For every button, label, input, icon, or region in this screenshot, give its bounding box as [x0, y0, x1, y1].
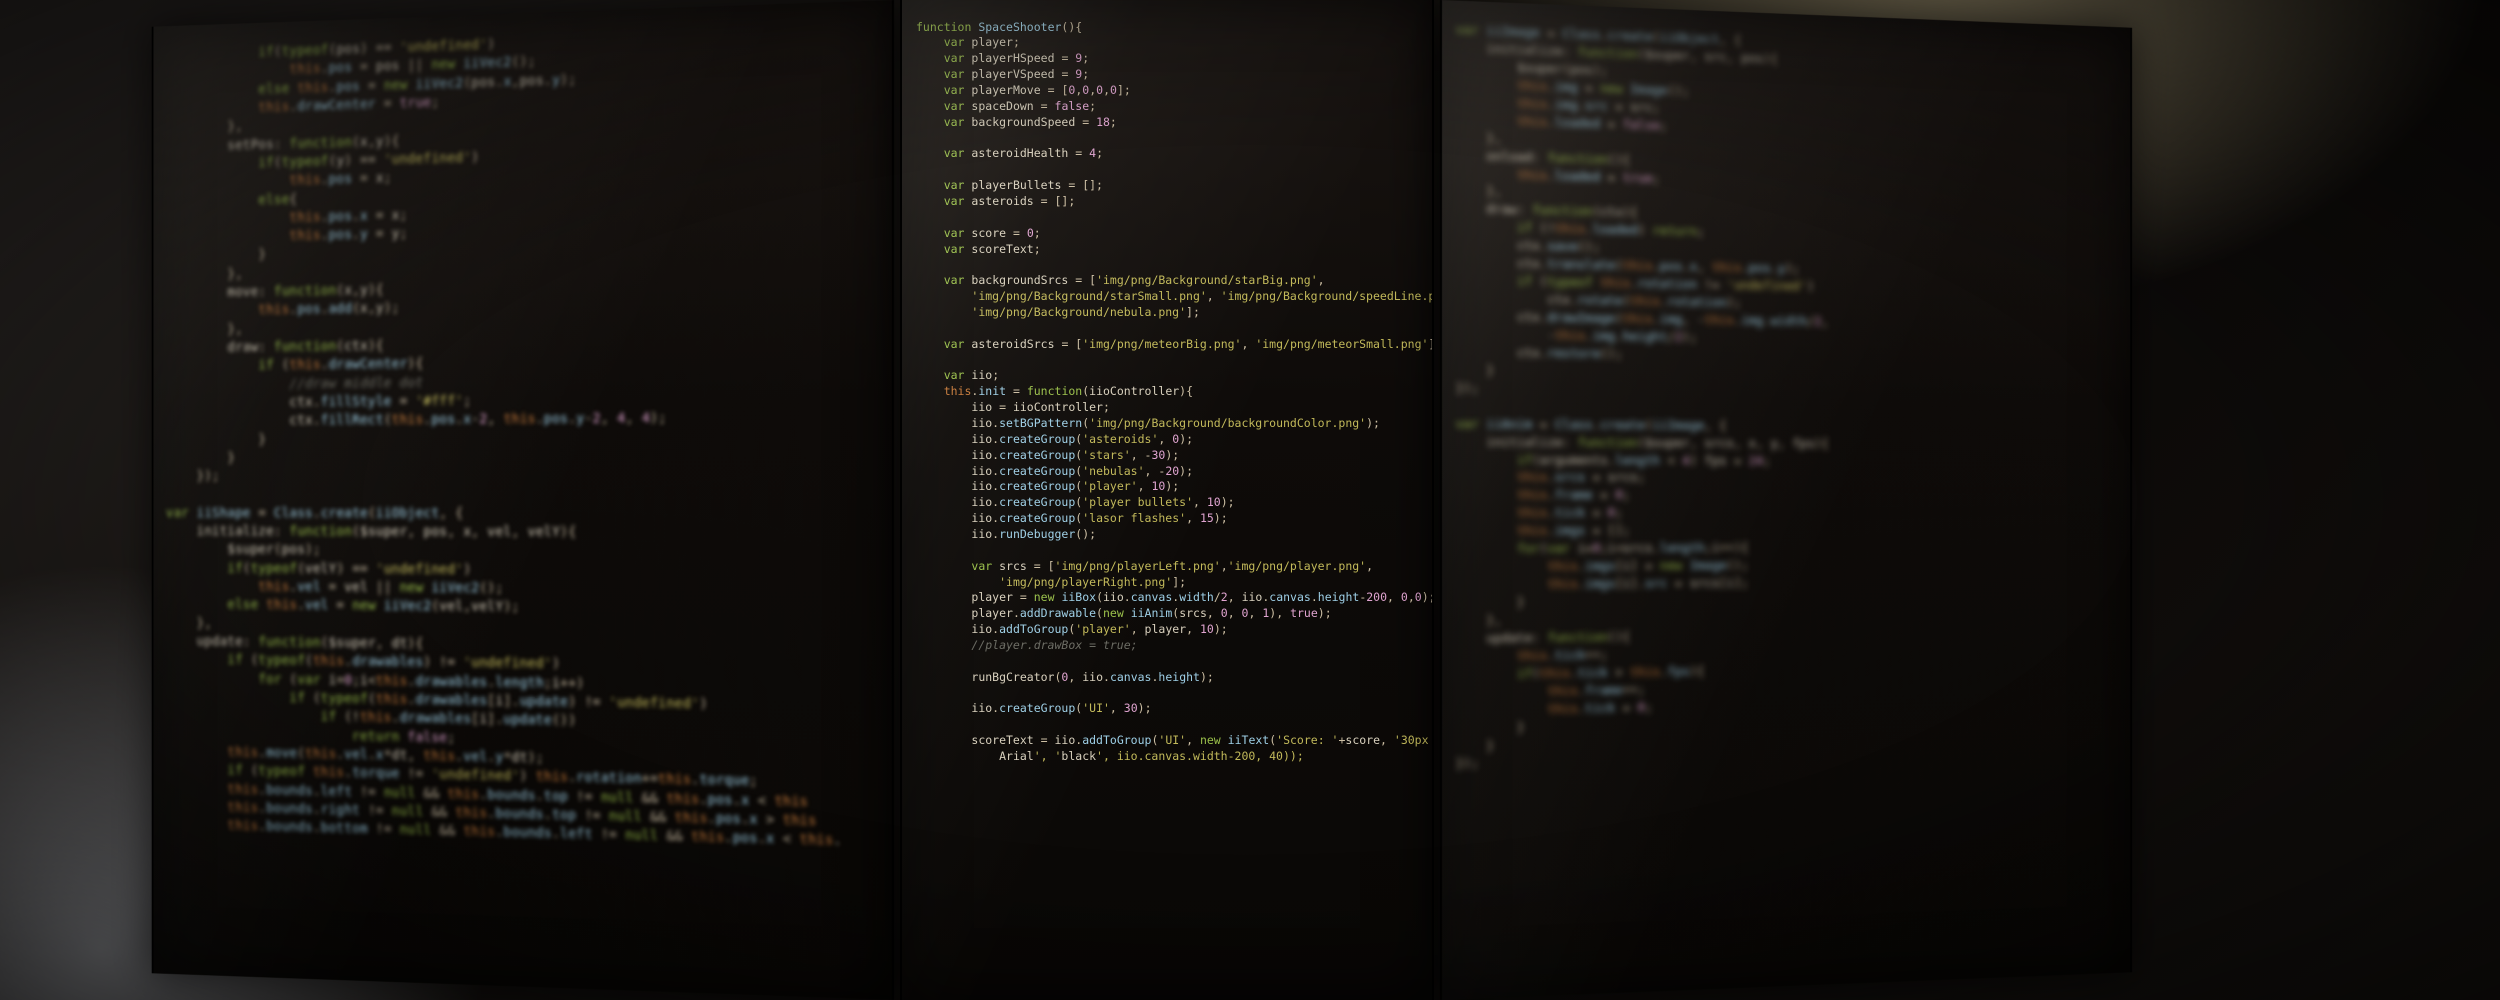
- monitor-center: function SpaceShooter(){ var player; var…: [900, 0, 1434, 1000]
- photo-scene: if(typeof(pos) == 'undefined') this.pos …: [0, 0, 2500, 1000]
- code-pane-left: if(typeof(pos) == 'undefined') this.pos …: [153, 14, 892, 860]
- code-pane-right: var iiImage = Class.create(iiObject, { i…: [1442, 13, 2130, 782]
- code-pane-center: function SpaceShooter(){ var player; var…: [902, 12, 1432, 773]
- monitor-left: if(typeof(pos) == 'undefined') this.pos …: [152, 0, 894, 1000]
- monitor-right: var iiImage = Class.create(iiObject, { i…: [1440, 0, 2132, 1000]
